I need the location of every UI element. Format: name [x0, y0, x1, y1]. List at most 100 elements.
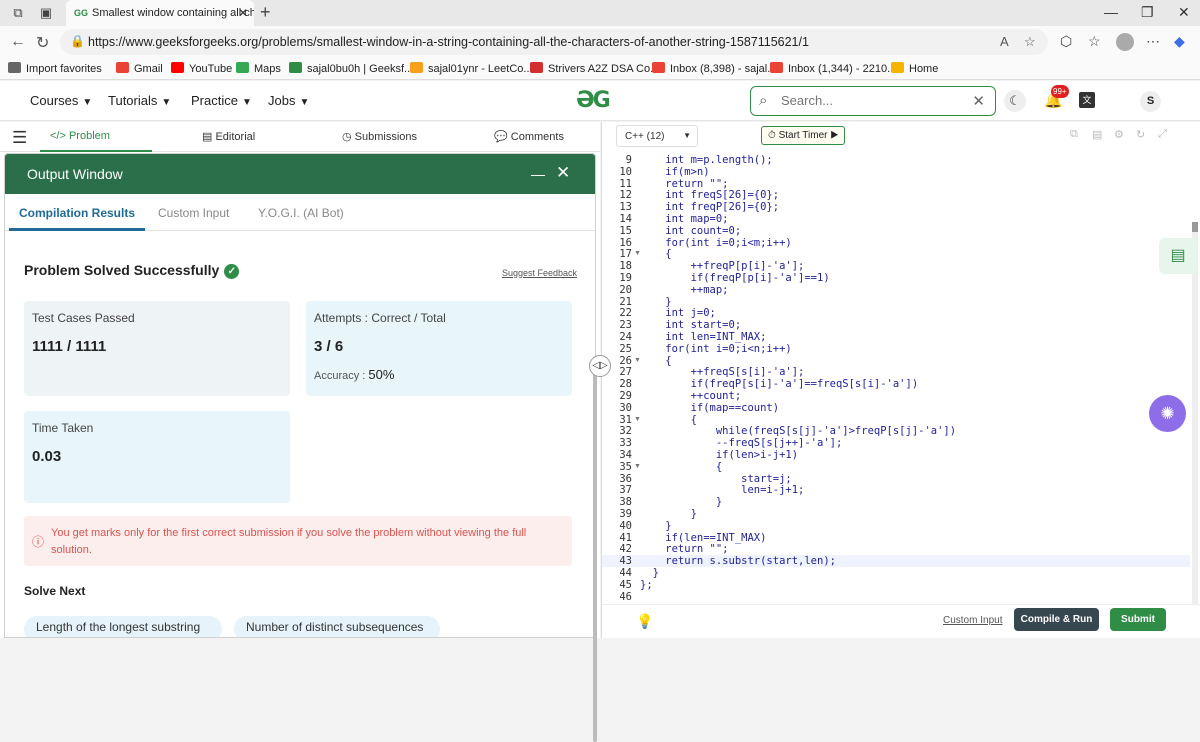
close-tab-icon[interactable]: ✕: [238, 6, 248, 20]
new-tab-icon[interactable]: +: [260, 2, 271, 23]
tab-compilation-results[interactable]: Compilation Results: [19, 206, 135, 220]
tab-editorial[interactable]: ▤ Editorial: [202, 130, 255, 143]
search-input[interactable]: [781, 93, 961, 108]
code-line[interactable]: int len=INT_MAX;: [640, 331, 766, 343]
code-line[interactable]: int map=0;: [640, 213, 728, 225]
code-line[interactable]: if(freqP[s[i]-'a']==freqS[s[i]-'a']): [640, 378, 919, 390]
restore-window-icon[interactable]: ❐: [1141, 4, 1154, 21]
code-line[interactable]: }: [640, 508, 697, 520]
code-line[interactable]: {: [640, 355, 671, 367]
solve-next-item[interactable]: Length of the longest substring: [24, 616, 222, 637]
clear-search-icon[interactable]: ✕: [972, 92, 985, 110]
workspaces-icon[interactable]: ⧉: [10, 5, 26, 21]
code-editor[interactable]: 9 int m=p.length(); 10 if(m>n) 11 return "…: [602, 152, 1190, 604]
bookmark-inbox-1[interactable]: Inbox (8,398) - sajal...: [652, 62, 776, 75]
bookmark-inbox-2[interactable]: Inbox (1,344) - 2210...: [770, 62, 896, 75]
menu-jobs[interactable]: Jobs ▼: [268, 93, 309, 108]
panel-resize-handle[interactable]: ◁▷: [589, 355, 611, 377]
code-line[interactable]: };: [640, 579, 653, 591]
minimize-output-icon[interactable]: —: [531, 166, 545, 182]
back-icon[interactable]: ←: [10, 33, 26, 51]
scrollbar-thumb[interactable]: [1192, 222, 1198, 232]
code-line[interactable]: for(int i=0;i<m;i++): [640, 237, 791, 249]
code-line[interactable]: }: [640, 520, 671, 532]
code-line[interactable]: int freqS[26]={0};: [640, 189, 779, 201]
code-line[interactable]: if(freqP[p[i]-'a']==1): [640, 272, 830, 284]
tab-comments[interactable]: 💬 Comments: [494, 130, 564, 143]
browser-tab[interactable]: GG Smallest window containing all ch ✕: [66, 0, 254, 26]
bookmark-import-favorites[interactable]: Import favorites: [8, 62, 102, 75]
chat-icon[interactable]: ▤: [1159, 238, 1197, 274]
compile-run-button[interactable]: Compile & Run: [1014, 608, 1099, 631]
tab-actions-icon[interactable]: ▣: [38, 5, 54, 21]
code-line[interactable]: return "";: [640, 543, 728, 555]
bookmark-strivers[interactable]: Strivers A2Z DSA Co...: [530, 62, 659, 75]
close-window-icon[interactable]: ✕: [1178, 4, 1190, 21]
tab-yogi-ai-bot[interactable]: Y.O.G.I. (AI Bot): [258, 206, 344, 220]
minimize-window-icon[interactable]: —: [1104, 4, 1118, 20]
output-scrollbar[interactable]: [593, 362, 597, 742]
menu-practice[interactable]: Practice ▼: [191, 93, 252, 108]
code-line[interactable]: --freqS[s[j++]-'a'];: [640, 437, 842, 449]
code-line[interactable]: {: [640, 414, 697, 426]
close-output-icon[interactable]: ✕: [556, 163, 570, 183]
bookmark-home[interactable]: Home: [891, 62, 938, 75]
code-line[interactable]: }: [640, 296, 671, 308]
search-box[interactable]: ⌕ ✕: [750, 86, 996, 116]
code-line[interactable]: ++count;: [640, 390, 742, 402]
code-line[interactable]: }: [640, 567, 659, 579]
bookmark-maps[interactable]: Maps: [236, 62, 281, 75]
solve-next-item[interactable]: Number of distinct subsequences: [234, 616, 440, 637]
code-line[interactable]: }: [640, 496, 722, 508]
dark-mode-toggle-icon[interactable]: ☾: [1004, 90, 1026, 112]
code-line[interactable]: start=j;: [640, 473, 792, 485]
tab-custom-input[interactable]: Custom Input: [158, 206, 229, 220]
code-line[interactable]: for(int i=0;i<n;i++): [640, 343, 791, 355]
code-line[interactable]: ++freqP[p[i]-'a'];: [640, 260, 805, 272]
hint-bulb-icon[interactable]: 💡: [636, 613, 653, 630]
fullscreen-icon[interactable]: ⤢: [1158, 128, 1167, 141]
menu-courses[interactable]: Courses ▼: [30, 93, 92, 108]
code-line[interactable]: ++freqS[s[i]-'a'];: [640, 366, 805, 378]
code-line[interactable]: return s.substr(start,len);: [640, 555, 836, 567]
code-line[interactable]: int count=0;: [640, 225, 741, 237]
submit-button[interactable]: Submit: [1110, 608, 1166, 631]
ai-brain-icon[interactable]: ✺: [1149, 395, 1186, 432]
url-bar[interactable]: 🔒 https://www.geeksforgeeks.org/problems…: [60, 29, 1048, 55]
code-line[interactable]: int freqP[26]={0};: [640, 201, 779, 213]
bookmark-gfg[interactable]: sajal0bu0h | Geeksf...: [289, 62, 413, 75]
settings-gear-icon[interactable]: ⚙: [1114, 128, 1124, 141]
code-line[interactable]: int j=0;: [640, 307, 716, 319]
code-line[interactable]: {: [640, 461, 722, 473]
extensions-icon[interactable]: ⬡: [1060, 33, 1072, 50]
code-line[interactable]: if(len>i-j+1): [640, 449, 798, 461]
bookmark-leetcode[interactable]: sajal01ynr - LeetCo...: [410, 62, 533, 75]
code-line[interactable]: len=i-j+1;: [640, 484, 804, 496]
gfg-logo[interactable]: ƏG: [576, 88, 611, 113]
code-line[interactable]: ++map;: [640, 284, 729, 296]
favorites-icon[interactable]: ☆: [1088, 33, 1101, 50]
start-timer-button[interactable]: ⏱ Start Timer ▶: [761, 126, 845, 145]
copy-icon[interactable]: ⧉: [1070, 128, 1078, 141]
more-options-icon[interactable]: ⋯: [1146, 33, 1160, 50]
translate-icon[interactable]: 文: [1079, 92, 1095, 108]
suggest-feedback-link[interactable]: Suggest Feedback: [502, 268, 577, 278]
code-line[interactable]: return "";: [640, 178, 728, 190]
file-icon[interactable]: ▤: [1092, 128, 1102, 141]
code-line[interactable]: while(freqS[s[j]-'a']>freqP[s[j]-'a']): [640, 425, 956, 437]
menu-tutorials[interactable]: Tutorials ▼: [108, 93, 171, 108]
code-line[interactable]: int m=p.length();: [640, 154, 772, 166]
browser-profile-avatar[interactable]: [1116, 33, 1134, 51]
tab-submissions[interactable]: ◷ Submissions: [342, 130, 417, 143]
code-line[interactable]: if(map==count): [640, 402, 780, 414]
code-line[interactable]: if(len==INT_MAX): [640, 532, 766, 544]
reset-icon[interactable]: ↻: [1136, 128, 1145, 141]
site-info-icon[interactable]: 🔒: [70, 34, 85, 48]
hamburger-menu-icon[interactable]: ☰: [12, 128, 27, 148]
tab-problem[interactable]: </> Problem: [50, 130, 110, 142]
user-avatar[interactable]: S: [1140, 91, 1161, 112]
code-line[interactable]: int start=0;: [640, 319, 741, 331]
copilot-icon[interactable]: ◆: [1174, 33, 1185, 50]
code-line[interactable]: if(m>n): [640, 166, 709, 178]
language-select[interactable]: C++ (12) ▼: [616, 125, 698, 147]
